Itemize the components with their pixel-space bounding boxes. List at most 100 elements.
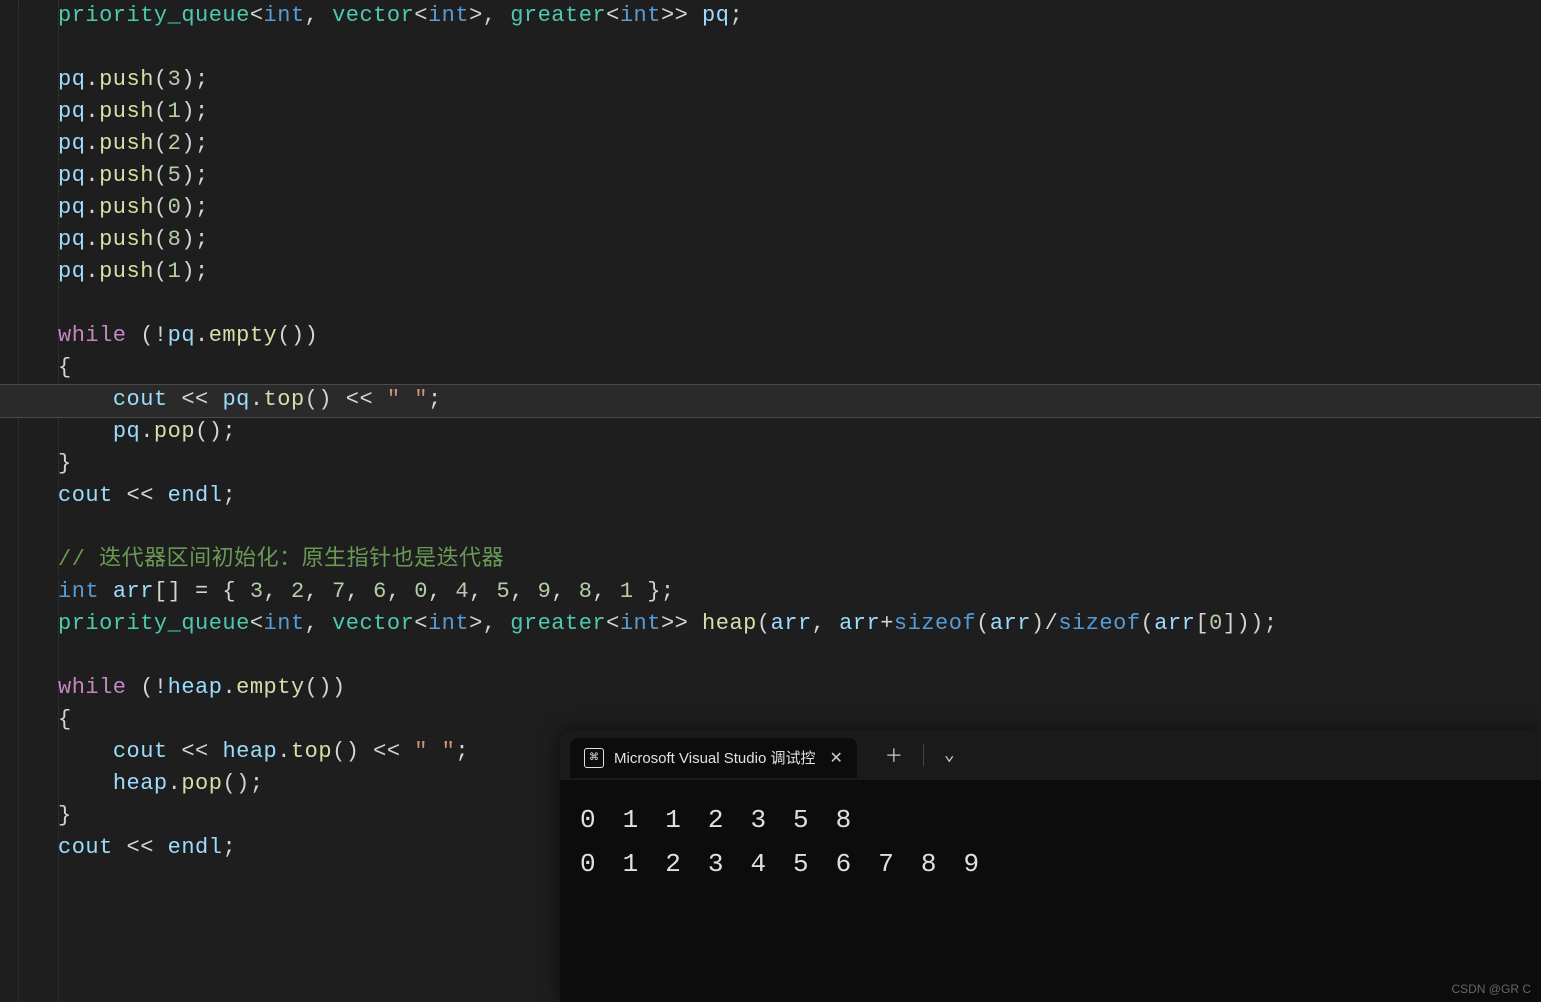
code-line[interactable]	[58, 640, 1541, 672]
code-token	[58, 419, 113, 444]
code-token: 3	[250, 579, 264, 604]
code-token: .	[85, 259, 99, 284]
code-line[interactable]: while (!pq.empty())	[58, 320, 1541, 352]
code-line[interactable]: cout << pq.top() << " ";	[58, 384, 1541, 416]
terminal-window[interactable]: ⌘ Microsoft Visual Studio 调试控 ✕ ＋ ⌄ 0112…	[560, 730, 1541, 1002]
code-token: 1	[168, 259, 182, 284]
terminal-output-value: 1	[623, 798, 640, 842]
code-token: [	[1195, 611, 1209, 636]
code-token: pop	[154, 419, 195, 444]
code-line[interactable]: pq.push(1);	[58, 256, 1541, 288]
terminal-output-value: 2	[665, 842, 682, 886]
terminal-output-value: 0	[580, 798, 597, 842]
code-token: >,	[469, 3, 510, 28]
separator	[923, 744, 924, 766]
code-token: 0	[168, 195, 182, 220]
code-line[interactable]: }	[58, 448, 1541, 480]
code-token: while	[58, 675, 127, 700]
code-line[interactable]: pq.push(8);	[58, 224, 1541, 256]
code-token: ,	[387, 579, 414, 604]
code-token: [] = {	[154, 579, 250, 604]
code-token: ,	[305, 3, 332, 28]
code-token: );	[181, 163, 208, 188]
code-line[interactable]: pq.pop();	[58, 416, 1541, 448]
terminal-titlebar[interactable]: ⌘ Microsoft Visual Studio 调试控 ✕ ＋ ⌄	[560, 730, 1541, 780]
code-token: .	[85, 131, 99, 156]
terminal-output[interactable]: 01123580123456789	[560, 780, 1541, 904]
editor-gutter	[0, 0, 18, 1002]
code-token: int	[428, 611, 469, 636]
code-token: 9	[538, 579, 552, 604]
code-token: 1	[168, 99, 182, 124]
code-token: ())	[305, 675, 346, 700]
close-icon[interactable]: ✕	[829, 748, 842, 768]
code-line[interactable]: pq.push(1);	[58, 96, 1541, 128]
code-token: (	[154, 67, 168, 92]
code-token: push	[99, 195, 154, 220]
code-token: cout	[58, 835, 113, 860]
code-token: 6	[373, 579, 387, 604]
code-token: int	[620, 611, 661, 636]
code-token: );	[181, 131, 208, 156]
code-token: ;	[455, 739, 469, 764]
code-token: <<	[168, 739, 223, 764]
code-line[interactable]: pq.push(3);	[58, 64, 1541, 96]
terminal-output-value: 8	[836, 798, 853, 842]
code-token: pq	[58, 131, 85, 156]
code-token: ,	[812, 611, 839, 636]
code-token: .	[140, 419, 154, 444]
code-line[interactable]: priority_queue<int, vector<int>, greater…	[58, 0, 1541, 32]
code-token: }	[58, 451, 72, 476]
code-token: arr	[1154, 611, 1195, 636]
code-token: ;	[729, 3, 743, 28]
code-token: );	[181, 227, 208, 252]
code-line[interactable]: int arr[] = { 3, 2, 7, 6, 0, 4, 5, 9, 8,…	[58, 576, 1541, 608]
code-line[interactable]	[58, 512, 1541, 544]
code-line[interactable]: pq.push(0);	[58, 192, 1541, 224]
code-token: <<	[113, 835, 168, 860]
code-token: ,	[305, 611, 332, 636]
code-token: pq	[168, 323, 195, 348]
code-token: );	[181, 67, 208, 92]
code-token: );	[181, 99, 208, 124]
code-token: " "	[414, 739, 455, 764]
code-token: pq	[58, 195, 85, 220]
code-token: push	[99, 163, 154, 188]
code-token: heap	[113, 771, 168, 796]
code-token: (	[757, 611, 771, 636]
code-token: <	[250, 611, 264, 636]
code-token: ();	[195, 419, 236, 444]
terminal-tab[interactable]: ⌘ Microsoft Visual Studio 调试控 ✕	[570, 738, 857, 778]
code-token: pq	[58, 99, 85, 124]
terminal-output-value: 8	[921, 842, 938, 886]
code-token: push	[99, 259, 154, 284]
code-token: {	[58, 707, 72, 732]
code-line[interactable]: {	[58, 352, 1541, 384]
code-token: pq	[58, 163, 85, 188]
code-token: ())	[277, 323, 318, 348]
code-line[interactable]	[58, 288, 1541, 320]
code-token: +	[880, 611, 894, 636]
code-line[interactable]: // 迭代器区间初始化：原生指针也是迭代器	[58, 544, 1541, 576]
code-token: .	[222, 675, 236, 700]
code-line[interactable]: priority_queue<int, vector<int>, greater…	[58, 608, 1541, 640]
code-token: {	[58, 355, 72, 380]
code-line[interactable]: while (!heap.empty())	[58, 672, 1541, 704]
tab-dropdown-button[interactable]: ⌄	[944, 744, 955, 766]
code-line[interactable]: cout << endl;	[58, 480, 1541, 512]
code-token: );	[181, 195, 208, 220]
code-token: priority_queue	[58, 3, 250, 28]
new-tab-button[interactable]: ＋	[885, 742, 903, 768]
code-token: top	[291, 739, 332, 764]
code-token: (	[154, 259, 168, 284]
code-line[interactable]: pq.push(2);	[58, 128, 1541, 160]
code-token: int	[428, 3, 469, 28]
code-token: <	[414, 611, 428, 636]
code-token: .	[250, 387, 264, 412]
terminal-output-value: 9	[963, 842, 980, 886]
code-token: sizeof	[1058, 611, 1140, 636]
code-token: ,	[305, 579, 332, 604]
code-token: ;	[428, 387, 442, 412]
code-line[interactable]: pq.push(5);	[58, 160, 1541, 192]
code-line[interactable]	[58, 32, 1541, 64]
